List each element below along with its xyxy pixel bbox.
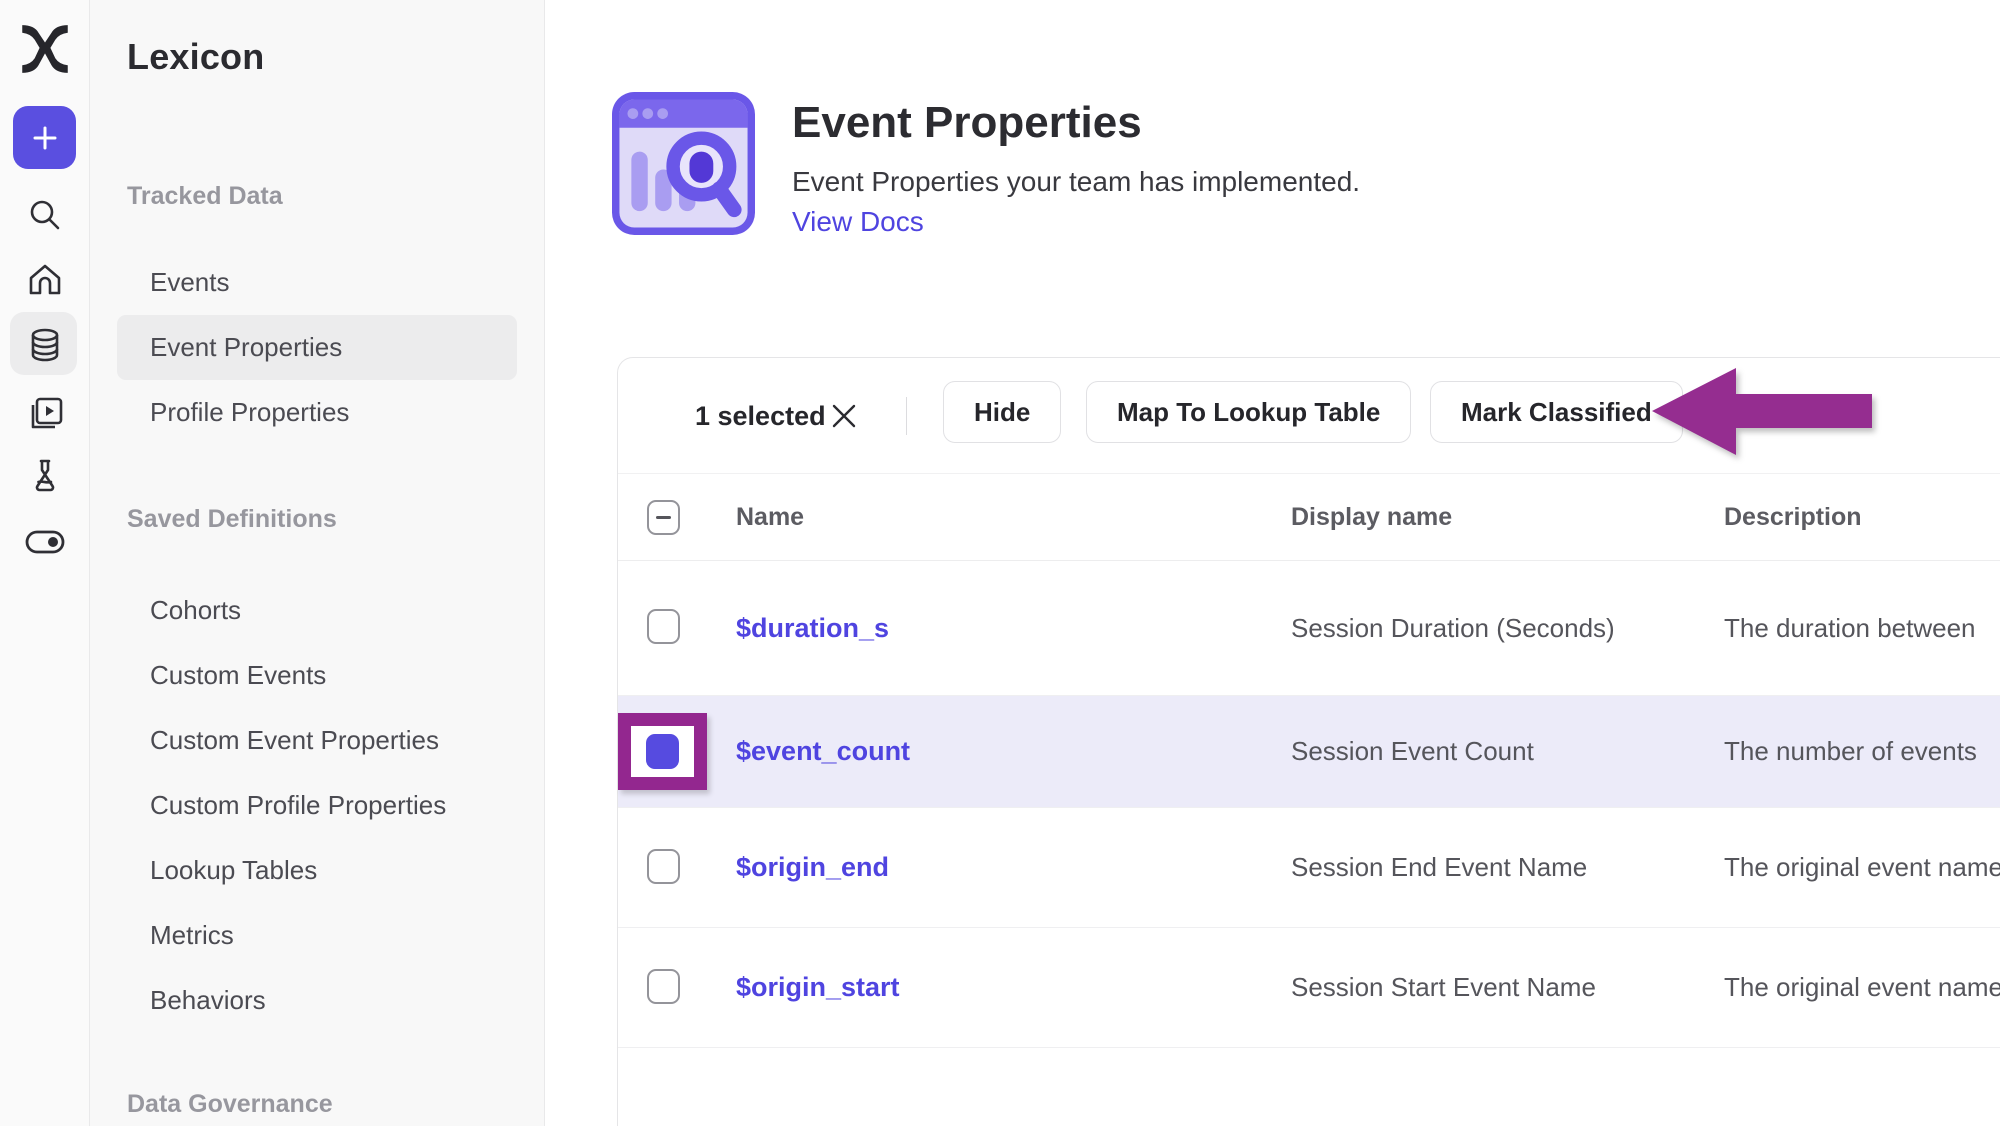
row-checkbox[interactable] <box>646 734 679 769</box>
sidebar-title: Lexicon <box>127 36 264 78</box>
page-title: Event Properties <box>792 98 1142 148</box>
table-header-row: Name Display name Description <box>618 474 2000 561</box>
sidebar-item-custom-profile-properties[interactable]: Custom Profile Properties <box>117 773 517 838</box>
sidebar-item-behaviors[interactable]: Behaviors <box>117 968 517 1033</box>
sidebar-item-events[interactable]: Events <box>117 250 517 315</box>
sidebar-item-profile-properties[interactable]: Profile Properties <box>117 380 517 445</box>
database-icon[interactable] <box>0 327 90 365</box>
column-header-display-name[interactable]: Display name <box>1291 474 1452 561</box>
lexicon-sidebar: Lexicon Tracked Data Events Event Proper… <box>90 0 545 1126</box>
select-all-checkbox[interactable] <box>647 500 680 535</box>
sidebar-item-lookup-tables[interactable]: Lookup Tables <box>117 838 517 903</box>
selected-count-label: 1 selected <box>695 358 826 474</box>
property-description: The original event name <box>1724 928 2000 1047</box>
property-description: The number of events <box>1724 696 1977 807</box>
sidebar-item-label: Lookup Tables <box>150 855 317 885</box>
event-properties-table-card: 1 selected Hide Map To Lookup Table Mark… <box>617 357 2000 1126</box>
view-docs-link[interactable]: View Docs <box>792 206 924 238</box>
sidebar-item-label: Event Properties <box>150 332 342 362</box>
magenta-annotation-box <box>618 713 707 790</box>
property-name-link[interactable]: $duration_s <box>736 561 889 695</box>
property-display-name: Session Duration (Seconds) <box>1291 561 1615 695</box>
table-row[interactable]: $origin_start Session Start Event Name T… <box>618 928 2000 1048</box>
indeterminate-dash <box>656 516 671 519</box>
section-header-saved-definitions: Saved Definitions <box>127 505 337 534</box>
media-boards-icon[interactable] <box>0 393 90 433</box>
sidebar-item-custom-events[interactable]: Custom Events <box>117 643 517 708</box>
sidebar-item-label: Cohorts <box>150 595 241 625</box>
sidebar-item-label: Custom Events <box>150 660 326 690</box>
sidebar-item-label: Metrics <box>150 920 234 950</box>
mixpanel-logo[interactable] <box>0 24 90 74</box>
table-row[interactable]: $origin_end Session End Event Name The o… <box>618 808 2000 928</box>
row-checkbox[interactable] <box>647 969 680 1004</box>
sidebar-item-label: Custom Profile Properties <box>150 790 446 820</box>
sidebar-item-metrics[interactable]: Metrics <box>117 903 517 968</box>
property-name-link[interactable]: $origin_end <box>736 808 889 927</box>
column-header-description[interactable]: Description <box>1724 474 1862 561</box>
section-header-tracked-data: Tracked Data <box>127 182 283 211</box>
tracked-data-items: Events Event Properties Profile Properti… <box>117 250 517 445</box>
table-body: $duration_s Session Duration (Seconds) T… <box>618 561 2000 1048</box>
property-description: The original event name <box>1724 808 2000 927</box>
icon-rail <box>0 0 90 1126</box>
event-properties-illustration-icon <box>612 92 755 235</box>
home-icon[interactable] <box>0 261 90 299</box>
map-to-lookup-table-button[interactable]: Map To Lookup Table <box>1086 381 1411 443</box>
sidebar-item-label: Events <box>150 267 230 297</box>
toggle-flags-icon[interactable] <box>0 528 90 556</box>
property-name-link[interactable]: $origin_start <box>736 928 900 1047</box>
flask-experiments-icon[interactable] <box>0 456 90 494</box>
section-header-data-governance: Data Governance <box>127 1090 333 1119</box>
table-row[interactable]: $event_count Session Event Count The num… <box>618 696 2000 808</box>
toolbar-divider <box>906 397 907 435</box>
property-display-name: Session Start Event Name <box>1291 928 1596 1047</box>
page-subtitle: Event Properties your team has implement… <box>792 166 1360 198</box>
property-description: The duration between <box>1724 561 1976 695</box>
column-header-name[interactable]: Name <box>736 474 804 561</box>
property-name-link[interactable]: $event_count <box>736 696 910 807</box>
mark-classified-button[interactable]: Mark Classified <box>1430 381 1683 443</box>
clear-selection-icon[interactable] <box>830 402 858 430</box>
sidebar-item-label: Custom Event Properties <box>150 725 439 755</box>
sidebar-item-cohorts[interactable]: Cohorts <box>117 578 517 643</box>
table-row[interactable]: $duration_s Session Duration (Seconds) T… <box>618 561 2000 696</box>
row-checkbox[interactable] <box>647 609 680 644</box>
sidebar-item-event-properties[interactable]: Event Properties <box>117 315 517 380</box>
row-checkbox[interactable] <box>647 849 680 884</box>
sidebar-item-custom-event-properties[interactable]: Custom Event Properties <box>117 708 517 773</box>
hide-button[interactable]: Hide <box>943 381 1061 443</box>
property-display-name: Session End Event Name <box>1291 808 1587 927</box>
sidebar-item-label: Profile Properties <box>150 397 349 427</box>
search-icon[interactable] <box>0 196 90 234</box>
create-new-button[interactable] <box>13 106 76 169</box>
sidebar-item-label: Behaviors <box>150 985 266 1015</box>
annotation-arrow-left <box>1652 366 1874 463</box>
saved-definitions-items: Cohorts Custom Events Custom Event Prope… <box>117 578 517 1033</box>
annotation-inner-white <box>631 726 694 777</box>
property-display-name: Session Event Count <box>1291 696 1534 807</box>
